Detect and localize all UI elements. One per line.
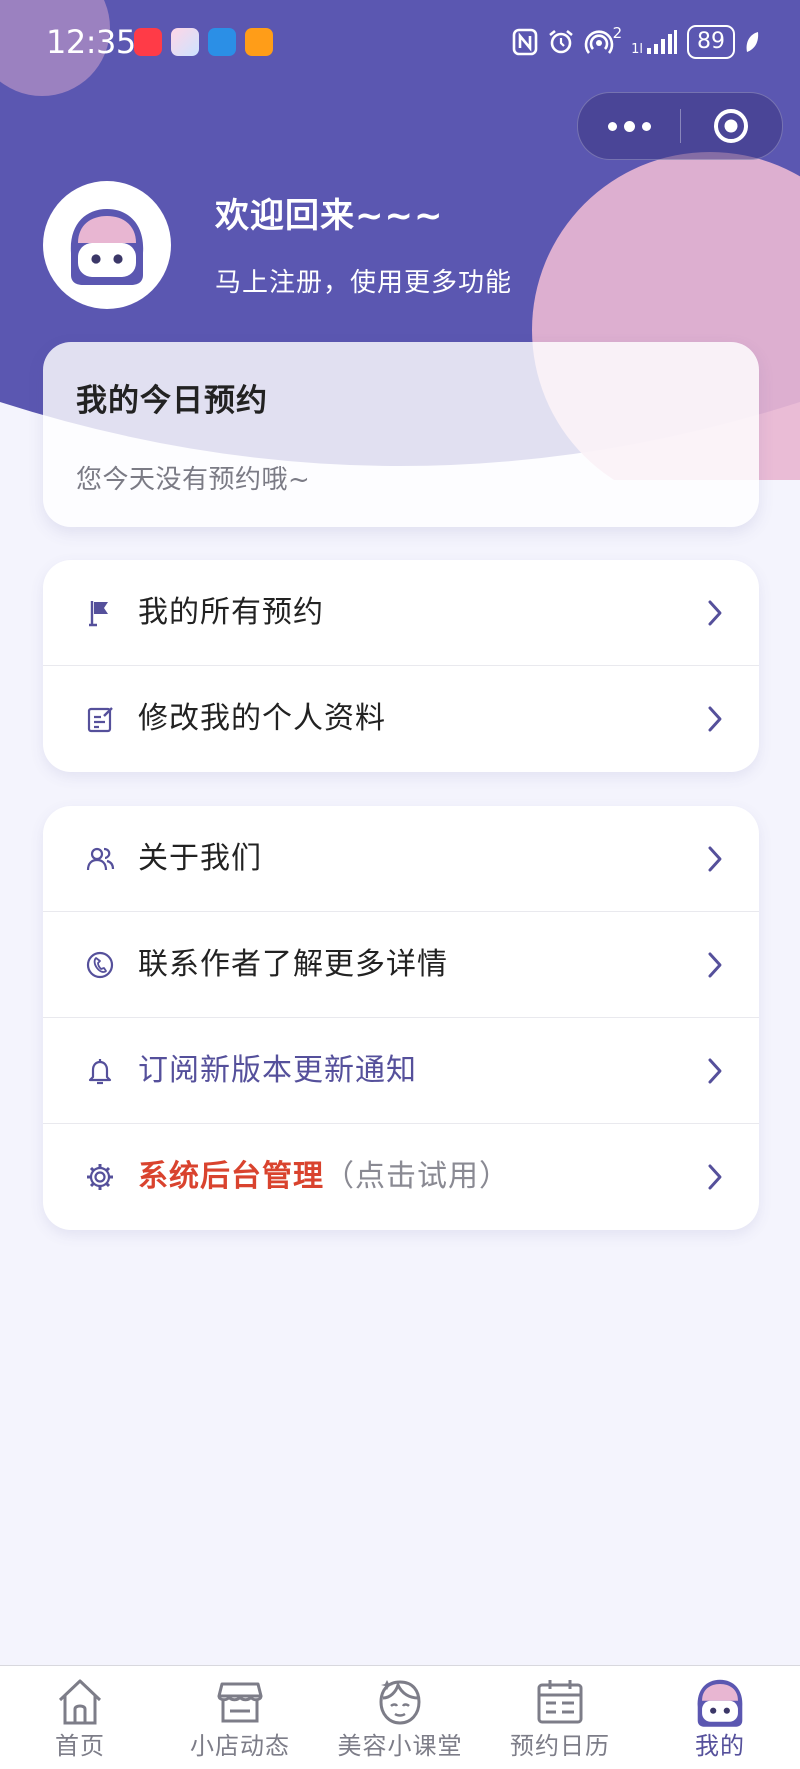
tab-beauty-class[interactable]: 美容小课堂 xyxy=(320,1666,480,1769)
tab-label: 我的 xyxy=(695,1732,745,1760)
more-dot-icon xyxy=(641,121,651,131)
chevron-right-icon xyxy=(708,1058,722,1084)
menu-item-label: 联系作者了解更多详情 xyxy=(138,947,448,982)
today-appointment-empty: 您今天没有预约哦~ xyxy=(76,465,311,495)
today-appointment-title: 我的今日预约 xyxy=(76,383,268,419)
today-appointment-card: 我的今日预约 您今天没有预约哦~ xyxy=(43,342,759,527)
battery-indicator: 89 xyxy=(687,25,735,59)
notification-app-gallery-icon xyxy=(171,28,199,56)
more-dot-icon xyxy=(623,120,635,132)
menu-item-label: 系统后台管理（点击试用） xyxy=(138,1124,510,1230)
menu-item-label: 我的所有预约 xyxy=(138,595,324,630)
network-superscript: 2 xyxy=(612,24,623,42)
battery-level: 89 xyxy=(697,29,725,54)
welcome-title: 欢迎回来~~~ xyxy=(215,196,444,236)
chevron-right-icon xyxy=(708,952,722,978)
avatar-icon xyxy=(70,209,144,285)
register-prompt[interactable]: 马上注册，使用更多功能 xyxy=(215,262,512,299)
notification-app-red-icon xyxy=(134,28,162,56)
notification-icons xyxy=(134,28,273,56)
more-button[interactable] xyxy=(578,93,680,159)
avatar[interactable] xyxy=(43,181,171,309)
tab-label: 小店动态 xyxy=(190,1732,290,1760)
phone-icon xyxy=(86,951,114,979)
home-icon xyxy=(58,1679,102,1725)
admin-trial-hint: （点击试用） xyxy=(324,1159,510,1194)
chevron-right-icon xyxy=(708,600,722,626)
nfc-icon xyxy=(512,28,537,56)
menu-item-all-appointments[interactable]: 我的所有预约 xyxy=(43,560,759,666)
beauty-face-icon xyxy=(379,1680,421,1725)
chevron-right-icon xyxy=(708,846,722,872)
edit-icon xyxy=(87,707,113,733)
menu-item-admin-backend[interactable]: 系统后台管理（点击试用） xyxy=(43,1124,759,1230)
chevron-right-icon xyxy=(708,1164,722,1190)
tab-calendar[interactable]: 预约日历 xyxy=(480,1666,640,1769)
avatar-icon xyxy=(697,1679,743,1727)
tab-mine[interactable]: 我的 xyxy=(640,1666,800,1769)
status-time: 12:35 xyxy=(46,23,136,61)
menu-item-subscribe-updates[interactable]: 订阅新版本更新通知 xyxy=(43,1018,759,1124)
menu-item-contact-author[interactable]: 联系作者了解更多详情 xyxy=(43,912,759,1018)
alarm-icon xyxy=(548,29,573,54)
menu-item-label: 关于我们 xyxy=(138,841,262,876)
close-miniprogram-button[interactable] xyxy=(680,93,782,159)
menu-item-label: 修改我的个人资料 xyxy=(138,701,386,736)
menu-item-edit-profile[interactable]: 修改我的个人资料 xyxy=(43,666,759,772)
notification-app-browser-icon xyxy=(208,28,236,56)
flag-icon xyxy=(89,601,108,627)
menu-card-more: 关于我们 联系作者了解更多详情 订阅新版本更新通知 系统后台管理（点击试用） xyxy=(43,806,759,1230)
tab-shop-news[interactable]: 小店动态 xyxy=(160,1666,320,1769)
hotspot-icon xyxy=(584,30,613,54)
system-status-icons: 2 1l 89 xyxy=(512,24,760,60)
status-bar: 12:35 2 1l 89 xyxy=(0,22,800,62)
leaf-icon xyxy=(746,32,759,52)
target-close-icon xyxy=(714,109,748,143)
gear-icon xyxy=(87,1164,113,1190)
notification-app-orange-icon xyxy=(245,28,273,56)
tab-home[interactable]: 首页 xyxy=(0,1666,160,1769)
more-dot-icon xyxy=(607,121,617,131)
menu-card-appointments: 我的所有预约 修改我的个人资料 xyxy=(43,560,759,772)
calendar-icon xyxy=(537,1680,583,1724)
users-icon xyxy=(86,847,115,871)
signal-icon xyxy=(647,30,677,54)
bottom-tab-bar: 首页 小店动态 美容小课堂 预约日历 我的 xyxy=(0,1665,800,1769)
shop-icon xyxy=(217,1682,263,1723)
miniprogram-capsule xyxy=(577,92,783,160)
menu-item-label: 订阅新版本更新通知 xyxy=(138,1053,417,1088)
menu-item-about-us[interactable]: 关于我们 xyxy=(43,806,759,912)
tab-label: 美容小课堂 xyxy=(337,1732,463,1760)
bell-icon xyxy=(88,1059,112,1085)
admin-label: 系统后台管理 xyxy=(138,1159,324,1194)
tab-label: 首页 xyxy=(55,1732,105,1760)
chevron-right-icon xyxy=(708,706,722,732)
tab-label: 预约日历 xyxy=(510,1732,610,1760)
signal-prefix: 1l xyxy=(631,41,643,57)
